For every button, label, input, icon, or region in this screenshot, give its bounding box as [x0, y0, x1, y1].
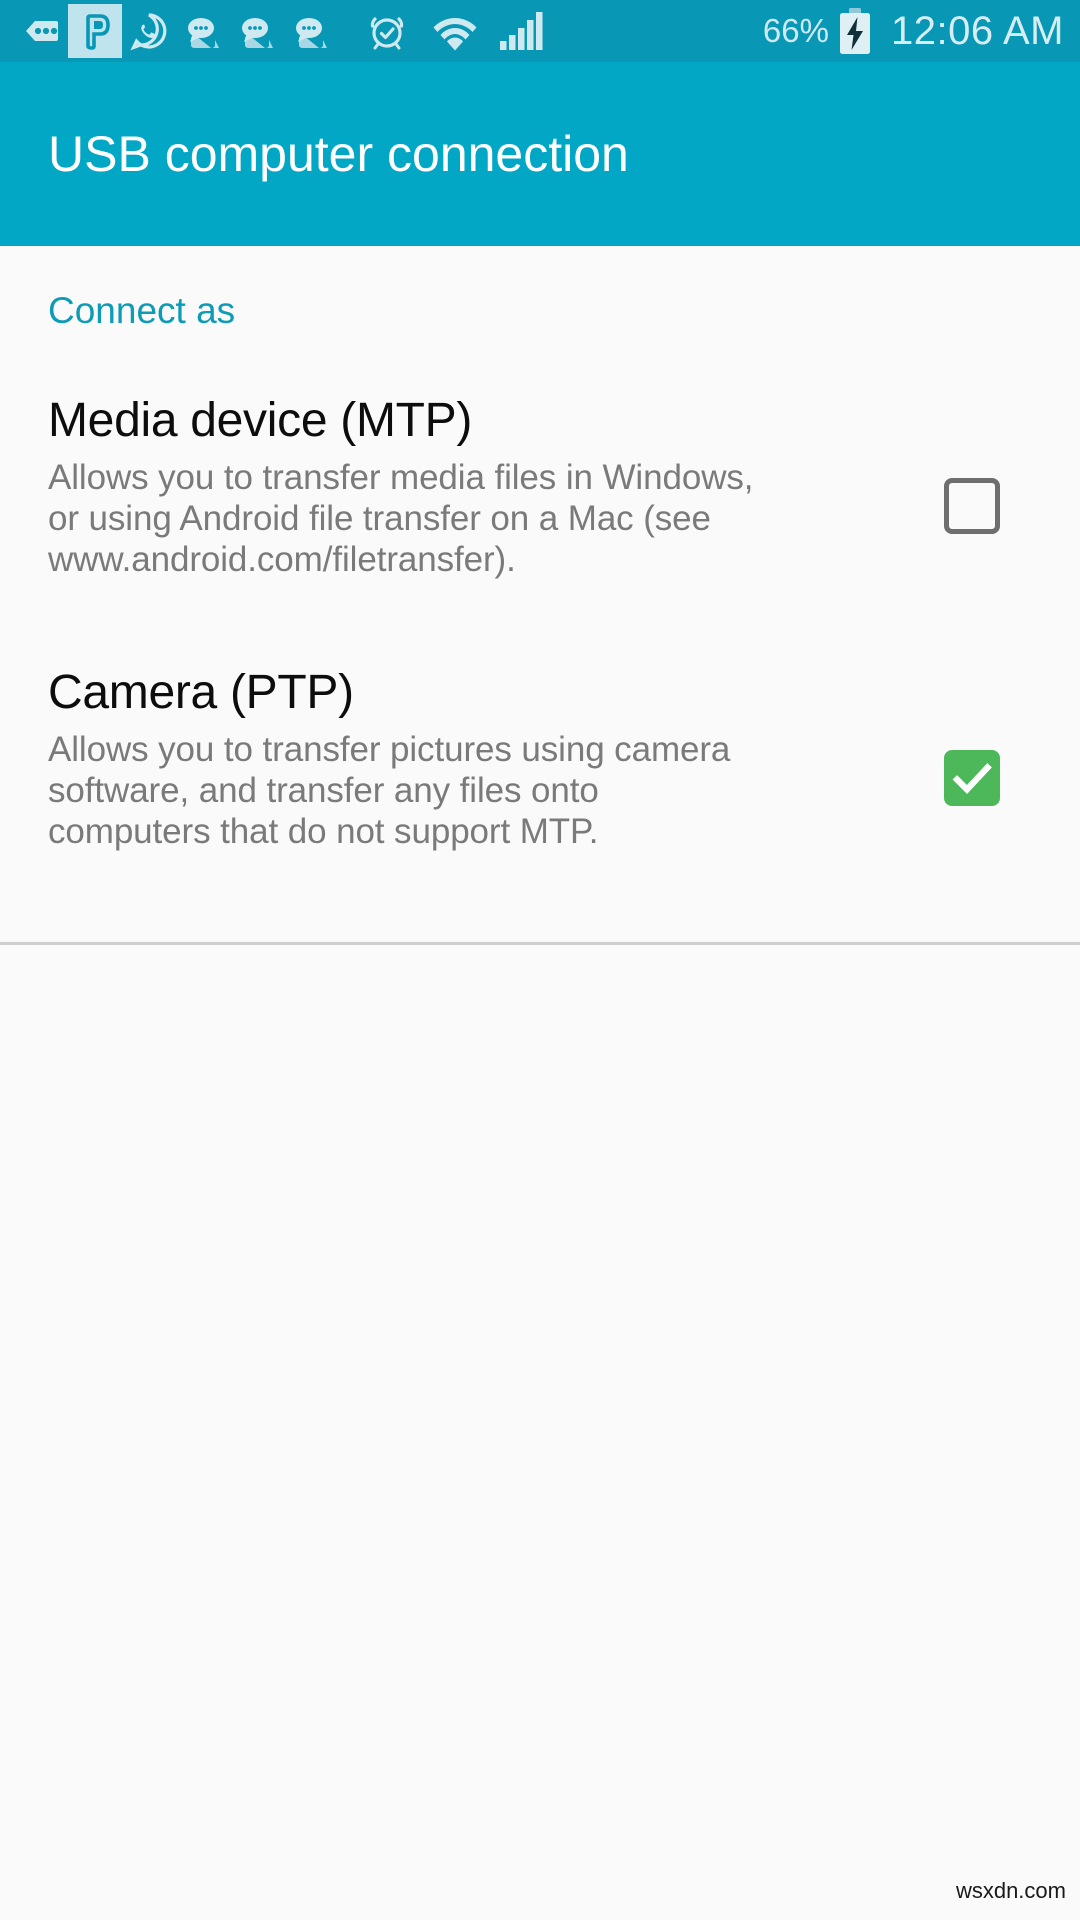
option-summary-line: Allows you to transfer media files in Wi… — [48, 457, 754, 497]
battery-charging-icon — [833, 4, 877, 58]
list-item[interactable]: Media device (MTP) Allows you to transfe… — [0, 394, 1080, 614]
option-text-block: Camera (PTP) Allows you to transfer pict… — [48, 666, 912, 853]
option-summary-line: computers that do not support MTP. — [48, 812, 599, 852]
checkmark-icon — [952, 763, 992, 794]
wifi-icon — [428, 4, 482, 58]
checkbox-media-device-mtp[interactable] — [944, 478, 1000, 534]
page-title: USB computer connection — [48, 125, 629, 182]
status-bar-system-indicators: 66% 12:06 AM — [757, 4, 1064, 58]
option-summary-line: or using Android file transfer on a Mac … — [48, 499, 711, 539]
battery-percentage-label: 66% — [762, 12, 829, 49]
status-bar[interactable]: 66% 12:06 AM — [0, 0, 1080, 62]
more-notifications-icon — [14, 4, 68, 58]
option-title: Media device (MTP) — [48, 394, 473, 447]
section-header-connect-as: Connect as — [48, 290, 236, 331]
option-summary: Allows you to transfer media files in Wi… — [48, 457, 888, 581]
message-bubbles-icon — [176, 4, 230, 58]
checkbox-camera-ptp[interactable] — [944, 750, 1000, 806]
option-widget-slot — [912, 750, 1032, 806]
watermark: wsxdn.com — [955, 1878, 1066, 1903]
option-summary-line: www.android.com/filetransfer). — [48, 540, 516, 580]
list-divider — [0, 942, 1080, 945]
option-summary-line: Allows you to transfer pictures using ca… — [48, 729, 731, 769]
option-summary: Allows you to transfer pictures using ca… — [48, 729, 888, 853]
message-bubbles-icon — [230, 4, 284, 58]
message-bubbles-icon — [284, 4, 338, 58]
option-text-block: Media device (MTP) Allows you to transfe… — [48, 394, 912, 581]
list-item[interactable]: Camera (PTP) Allows you to transfer pict… — [0, 666, 1080, 886]
usb-connection-options-list: Media device (MTP) Allows you to transfe… — [0, 394, 1080, 886]
option-summary-line: software, and transfer any files onto — [48, 771, 599, 811]
status-bar-notification-icons — [14, 4, 757, 58]
action-bar: USB computer connection — [0, 62, 1080, 246]
settings-content: Connect as Media device (MTP) Allows you… — [0, 246, 1080, 1920]
signal-bars-icon — [494, 4, 548, 58]
whatsapp-icon — [122, 4, 176, 58]
option-widget-slot — [912, 478, 1032, 534]
status-bar-clock: 12:06 AM — [890, 8, 1064, 53]
pushbullet-app-icon — [68, 4, 122, 58]
option-title: Camera (PTP) — [48, 666, 354, 719]
alarm-clock-icon — [360, 4, 414, 58]
